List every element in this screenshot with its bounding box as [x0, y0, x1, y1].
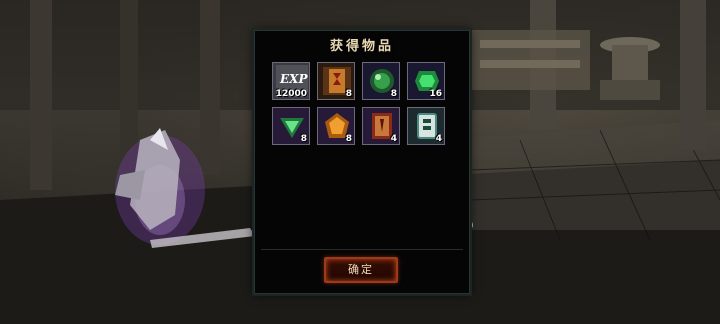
- item-slot[interactable]: 16: [407, 62, 445, 100]
- item-count: 12000: [275, 89, 307, 99]
- item-slot[interactable]: EXP 12000: [272, 62, 310, 100]
- item-reward-dialog: 获得物品 EXP 12000 8 8 16 8 8 4 4 确定: [254, 30, 470, 294]
- item-slot[interactable]: 8: [317, 62, 355, 100]
- game-scene: 获得物品 EXP 12000 8 8 16 8 8 4 4 确定: [0, 0, 720, 324]
- confirm-button[interactable]: 确定: [324, 257, 398, 283]
- item-slot[interactable]: 8: [272, 107, 310, 145]
- item-count: 4: [435, 134, 442, 144]
- dialog-divider: [261, 249, 463, 250]
- item-slot[interactable]: 4: [362, 107, 400, 145]
- item-count: 8: [345, 134, 352, 144]
- dialog-title: 获得物品: [329, 39, 394, 54]
- item-count: 8: [345, 89, 352, 99]
- item-count: 8: [300, 134, 307, 144]
- item-count: 8: [390, 89, 397, 99]
- item-count: 16: [429, 89, 442, 99]
- item-slot[interactable]: 8: [317, 107, 355, 145]
- item-slot[interactable]: 8: [362, 62, 400, 100]
- svg-text:EXP: EXP: [279, 72, 308, 86]
- item-slot[interactable]: 4: [407, 107, 445, 145]
- item-count: 4: [390, 134, 397, 144]
